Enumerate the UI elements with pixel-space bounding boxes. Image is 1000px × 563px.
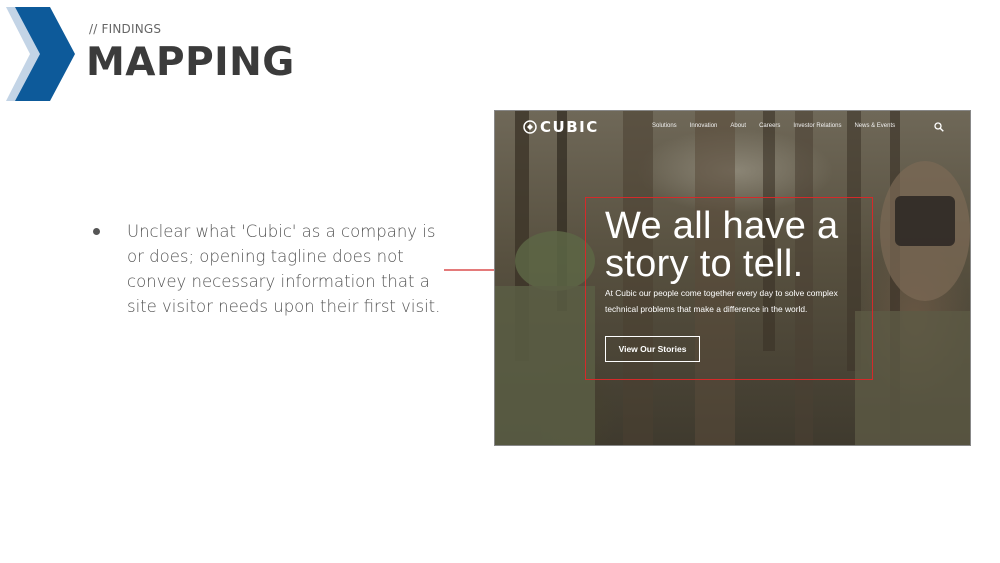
search-icon[interactable] [934,122,944,132]
nav-innovation[interactable]: Innovation [690,123,718,129]
annotation-highlight-box [585,197,873,380]
bullet-dot [93,228,100,235]
site-nav-bar: CUBIC Solutions Innovation About Careers… [495,111,970,143]
finding-text: Unclear what 'Cubic' as a company is or … [127,222,441,316]
nav-solutions[interactable]: Solutions [652,123,677,129]
cubic-logo[interactable]: CUBIC [523,118,599,136]
nav-careers[interactable]: Careers [759,123,780,129]
nav-about[interactable]: About [730,123,746,129]
nav-news-events[interactable]: News & Events [854,123,895,129]
section-kicker: // FINDINGS [89,22,162,36]
nav-investor-relations[interactable]: Investor Relations [793,123,841,129]
site-nav-links: Solutions Innovation About Careers Inves… [652,123,895,129]
cubic-logo-text: CUBIC [540,118,599,136]
chevron-logo [6,7,75,101]
website-screenshot: CUBIC Solutions Innovation About Careers… [494,110,971,446]
slide-title: MAPPING [86,40,295,85]
cubic-logo-icon [523,120,537,134]
